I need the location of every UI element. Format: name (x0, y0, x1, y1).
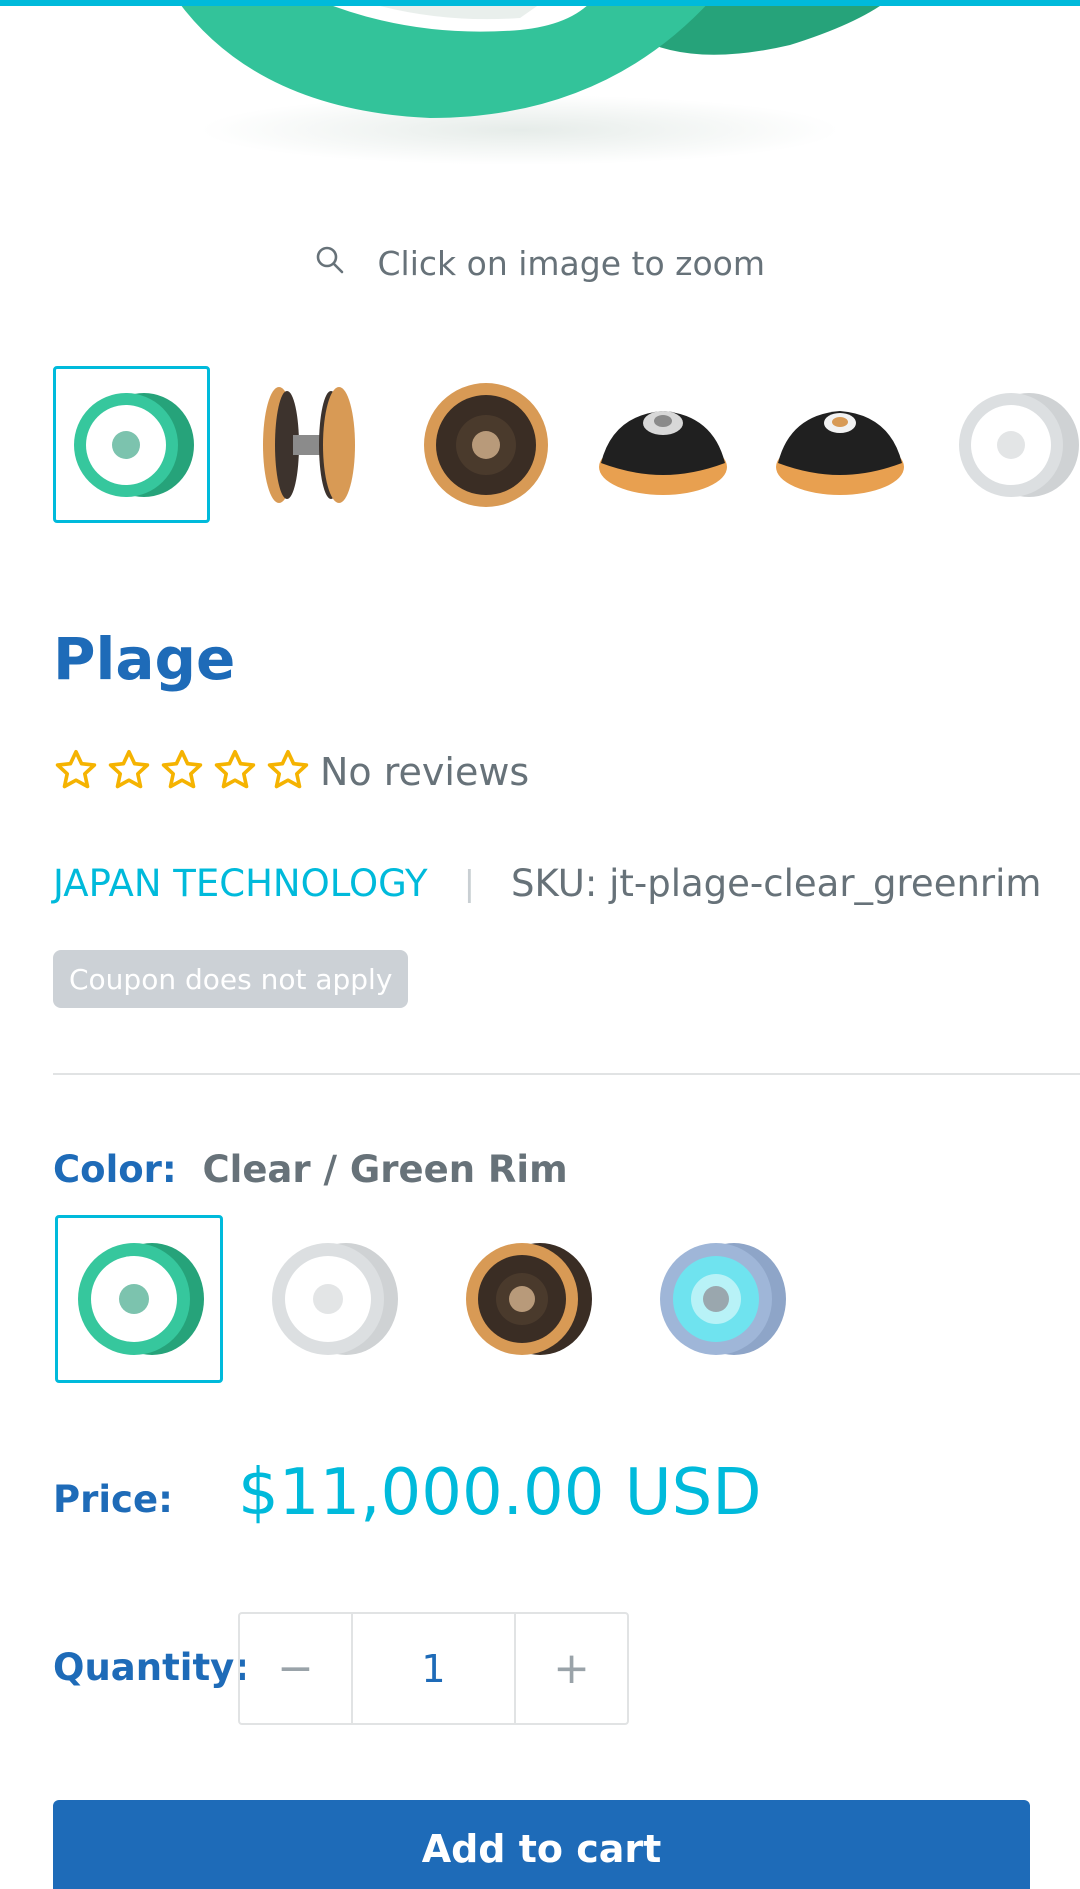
star-empty-icon (53, 747, 106, 797)
quantity-stepper: − 1 + (238, 1612, 629, 1725)
product-title: Plage (53, 625, 236, 693)
star-empty-icon (212, 747, 265, 797)
color-selected-value: Clear / Green Rim (202, 1148, 568, 1191)
vendor-link[interactable]: JAPAN TECHNOLOGY (53, 862, 428, 905)
product-sku: SKU: jt-plage-clear_greenrim (511, 862, 1042, 905)
star-empty-icon (106, 747, 159, 797)
thumbnail-gold-front[interactable] (407, 366, 564, 523)
product-main-image[interactable] (0, 0, 1080, 170)
swatch-gold[interactable] (443, 1215, 611, 1383)
product-meta: JAPAN TECHNOLOGY | SKU: jt-plage-clear_g… (53, 862, 1041, 905)
price-value: $11,000.00 USD (238, 1456, 762, 1530)
thumbnail-black-cap[interactable] (761, 366, 918, 523)
quantity-label: Quantity: (53, 1646, 250, 1689)
top-accent-bar (0, 0, 1080, 6)
product-rating[interactable]: No reviews (53, 748, 529, 796)
zoom-hint-label: Click on image to zoom (377, 244, 765, 283)
star-empty-icon (159, 747, 212, 797)
star-empty-icon (265, 747, 318, 797)
color-label: Color: (53, 1148, 177, 1191)
meta-separator: | (463, 863, 476, 904)
add-to-cart-button[interactable]: Add to cart (53, 1800, 1030, 1889)
swatch-silver[interactable] (249, 1215, 417, 1383)
quantity-decrease-button[interactable]: − (240, 1614, 351, 1723)
color-swatches (55, 1215, 855, 1385)
reviews-count[interactable]: No reviews (320, 750, 529, 794)
color-option-label: Color: Clear / Green Rim (53, 1148, 568, 1191)
price-label: Price: (53, 1478, 173, 1521)
search-icon (315, 244, 345, 283)
thumbnail-black-bearing[interactable] (584, 366, 741, 523)
coupon-badge: Coupon does not apply (53, 950, 409, 1008)
thumbnail-gold-side[interactable] (230, 366, 387, 523)
zoom-hint[interactable]: Click on image to zoom (0, 242, 1080, 283)
swatch-clear-green[interactable] (55, 1215, 223, 1383)
quantity-input[interactable]: 1 (351, 1614, 516, 1723)
divider (53, 1073, 1080, 1075)
thumbnail-silver[interactable] (938, 366, 1080, 523)
quantity-increase-button[interactable]: + (516, 1614, 627, 1723)
thumbnail-strip[interactable] (53, 366, 1080, 526)
swatch-blue[interactable] (637, 1215, 805, 1383)
thumbnail-clear-green[interactable] (53, 366, 210, 523)
